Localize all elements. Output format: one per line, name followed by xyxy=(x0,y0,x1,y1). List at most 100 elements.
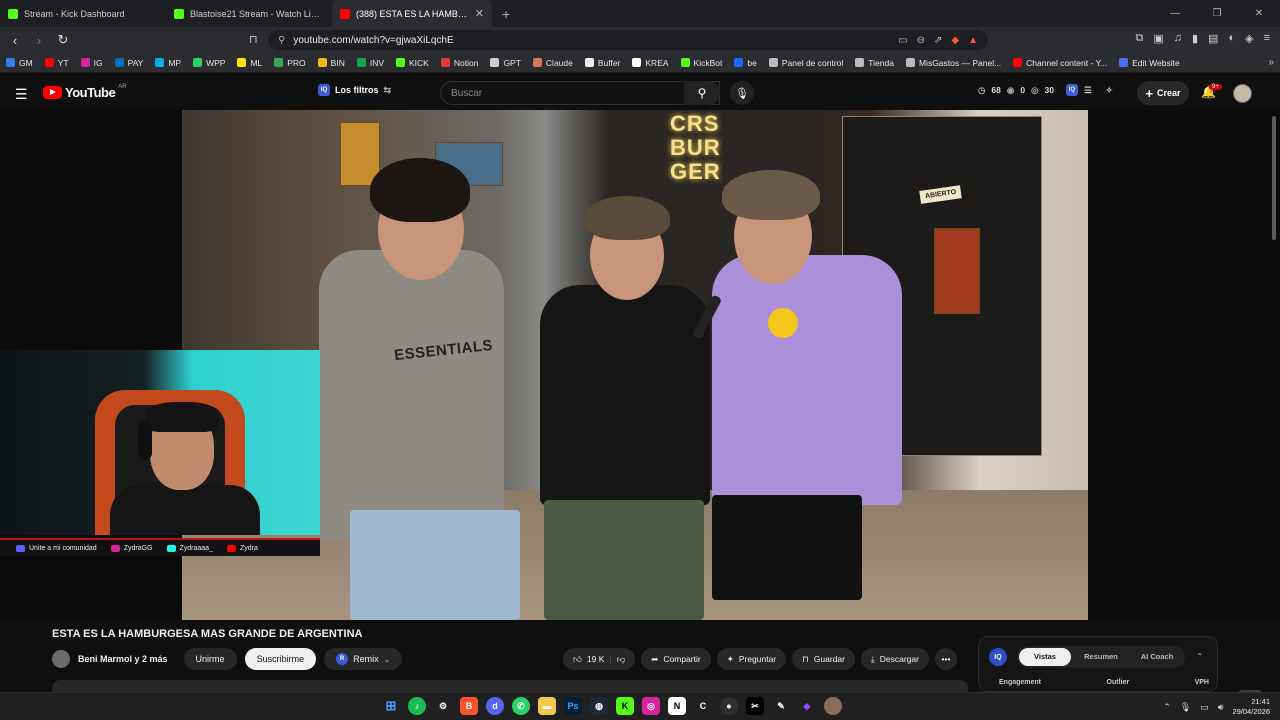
filters-button[interactable]: IQ Los filtros ⇆ xyxy=(318,84,391,96)
bookmark-item[interactable]: MP xyxy=(155,58,181,68)
more-actions-button[interactable]: ••• xyxy=(934,648,957,670)
bookmark-item[interactable]: IG xyxy=(80,58,103,68)
screenshot-icon[interactable]: ▣ xyxy=(1153,32,1163,45)
file-explorer-icon[interactable]: ▬ xyxy=(538,697,556,715)
sparkle-icon[interactable]: ✧ xyxy=(1106,85,1113,96)
app-icon[interactable]: C xyxy=(694,697,712,715)
brave-shield-icon[interactable]: ◆ xyxy=(951,35,959,46)
spotify-icon[interactable]: ♪ xyxy=(408,697,426,715)
subscribe-button[interactable]: Suscribirme xyxy=(244,648,317,670)
description-box[interactable] xyxy=(52,680,968,692)
iq-icon[interactable]: IQ xyxy=(1065,84,1078,96)
brave-rewards-icon[interactable]: ▲ xyxy=(968,35,978,46)
bookmark-item[interactable]: PAY xyxy=(114,58,143,68)
bookmark-item[interactable]: Buffer xyxy=(584,58,620,68)
cast-icon[interactable]: ▭ xyxy=(898,35,907,46)
steam-icon[interactable]: ◍ xyxy=(590,697,608,715)
bookmark-item[interactable]: Edit Website xyxy=(1119,58,1180,68)
photoshop-icon[interactable]: Ps xyxy=(564,697,582,715)
iq-tab-resumen[interactable]: Resumen xyxy=(1075,648,1127,666)
menu-icon[interactable]: ≡ xyxy=(1264,32,1270,45)
download-button[interactable]: ⤓ Descargar xyxy=(860,648,929,670)
remix-button[interactable]: R Remix ⌄ xyxy=(324,648,403,670)
extensions-icon[interactable]: ⧉ xyxy=(1135,32,1143,45)
iq-tab-vistas[interactable]: Vistas xyxy=(1019,648,1071,666)
bookmark-item[interactable]: KICK xyxy=(396,58,429,68)
search-button[interactable]: ⚲ xyxy=(684,81,720,105)
hamburger-menu-icon[interactable]: ☰ xyxy=(15,86,28,103)
account-avatar[interactable] xyxy=(1233,84,1252,103)
bookmark-item[interactable]: GM xyxy=(6,58,33,68)
forward-icon[interactable]: › xyxy=(32,33,46,48)
sidebar-icon[interactable]: ▮ xyxy=(1192,32,1198,45)
bookmark-item[interactable]: BIN xyxy=(317,58,345,68)
clock[interactable]: 21:41 29/04/2026 xyxy=(1232,697,1270,717)
back-icon[interactable]: ‹ xyxy=(8,33,22,48)
notion-icon[interactable]: N xyxy=(668,697,686,715)
bookmark-item[interactable]: KREA xyxy=(632,58,669,68)
bookmark-item[interactable]: MisGastos — Panel... xyxy=(905,58,1001,68)
channel-avatar[interactable] xyxy=(52,650,70,668)
instagram-icon[interactable]: ◎ xyxy=(642,697,660,715)
maximize-icon[interactable]: ❐ xyxy=(1196,0,1238,27)
new-tab-button[interactable]: + xyxy=(492,0,520,27)
windows-start-icon[interactable]: ⊞ xyxy=(382,697,400,715)
minimize-icon[interactable]: — xyxy=(1154,0,1196,27)
obs-icon[interactable]: ● xyxy=(720,697,738,715)
url-field[interactable]: ⚲ youtube.com/watch?v=gjwaXiLqchE ▭ ⊖ ⇗ … xyxy=(268,30,988,50)
iq-tab-ai-coach[interactable]: AI Coach xyxy=(1131,648,1183,666)
settings-icon[interactable]: ⚙ xyxy=(434,697,452,715)
channel-name[interactable]: Beni Marmol y 2 más xyxy=(78,654,168,664)
like-button[interactable]: 👍︎ 19 K | 👎︎ xyxy=(563,648,636,670)
chevron-up-icon[interactable]: ⌃ xyxy=(1196,652,1203,661)
tab-kick-stream[interactable]: Blastoise21 Stream - Watch Live on K xyxy=(166,0,332,27)
bookmark-item[interactable]: Claude xyxy=(532,58,573,68)
bookmark-item[interactable]: WPP xyxy=(193,58,225,68)
share-button[interactable]: ➦ Compartir xyxy=(641,648,711,670)
site-info-icon[interactable]: ⚲ xyxy=(278,35,285,46)
youtube-logo[interactable]: YouTube AR xyxy=(43,84,127,100)
bookmark-icon[interactable]: ⊓ xyxy=(249,33,258,46)
discord-icon[interactable]: d xyxy=(486,697,504,715)
whatsapp-icon[interactable]: ✆ xyxy=(512,697,530,715)
bookmark-item[interactable]: be xyxy=(734,58,757,68)
chevron-up-icon[interactable]: ⌃ xyxy=(1163,702,1171,713)
voice-search-button[interactable]: 🎙 xyxy=(730,81,754,105)
bookmark-item[interactable]: Panel de control xyxy=(768,58,843,68)
bookmark-item[interactable]: PRO xyxy=(274,58,306,68)
video-player[interactable]: CRS BUR GER ABIERTO ESSENTIALS Unite a m… xyxy=(0,110,1280,716)
capcut-icon[interactable]: ✂ xyxy=(746,697,764,715)
snipping-icon[interactable]: ✎ xyxy=(772,697,790,715)
bookmark-item[interactable]: YT xyxy=(44,58,69,68)
vpn-icon[interactable]: ◐ xyxy=(1228,32,1235,45)
network-icon[interactable]: ▭ xyxy=(1200,702,1209,713)
more-bookmarks-icon[interactable]: » xyxy=(1268,57,1274,68)
brave-icon[interactable]: B xyxy=(460,697,478,715)
bookmark-item[interactable]: Notion xyxy=(440,58,478,68)
microphone-icon[interactable]: 🎙︎ xyxy=(1180,702,1191,713)
bookmark-item[interactable]: KickBot xyxy=(680,58,722,68)
share-icon[interactable]: ⇗ xyxy=(934,35,942,46)
bookmark-item[interactable]: Tienda xyxy=(855,58,894,68)
user-app-icon[interactable] xyxy=(824,697,842,715)
list-icon[interactable]: ☰ xyxy=(1084,85,1092,96)
close-tab-icon[interactable]: ✕ xyxy=(475,7,484,20)
create-button[interactable]: + Crear xyxy=(1137,81,1189,105)
zoom-icon[interactable]: ⊖ xyxy=(917,35,925,46)
ask-button[interactable]: ✦ Preguntar xyxy=(716,648,787,670)
join-button[interactable]: Unirme xyxy=(183,648,237,670)
bookmark-item[interactable]: ML xyxy=(237,58,262,68)
thumbs-down-icon[interactable]: 👎︎ xyxy=(617,654,626,665)
tab-youtube-active[interactable]: (388) ESTA ES LA HAMBURGESA ✕ xyxy=(332,0,492,27)
volume-icon[interactable]: 🔊︎ xyxy=(1218,702,1224,713)
tab-kick-dashboard[interactable]: Stream - Kick Dashboard xyxy=(0,0,166,27)
page-scrollbar[interactable] xyxy=(1272,116,1276,240)
shield-icon[interactable]: ◈ xyxy=(1245,32,1253,45)
save-button[interactable]: ⊓ Guardar xyxy=(792,648,855,670)
crypto-icon[interactable]: ◆ xyxy=(798,697,816,715)
bookmark-item[interactable]: Channel content - Y... xyxy=(1013,58,1107,68)
close-window-icon[interactable]: ✕ xyxy=(1238,0,1280,27)
music-icon[interactable]: ♫ xyxy=(1174,32,1182,45)
bookmark-item[interactable]: INV xyxy=(356,58,384,68)
reload-icon[interactable]: ↻ xyxy=(56,32,70,48)
